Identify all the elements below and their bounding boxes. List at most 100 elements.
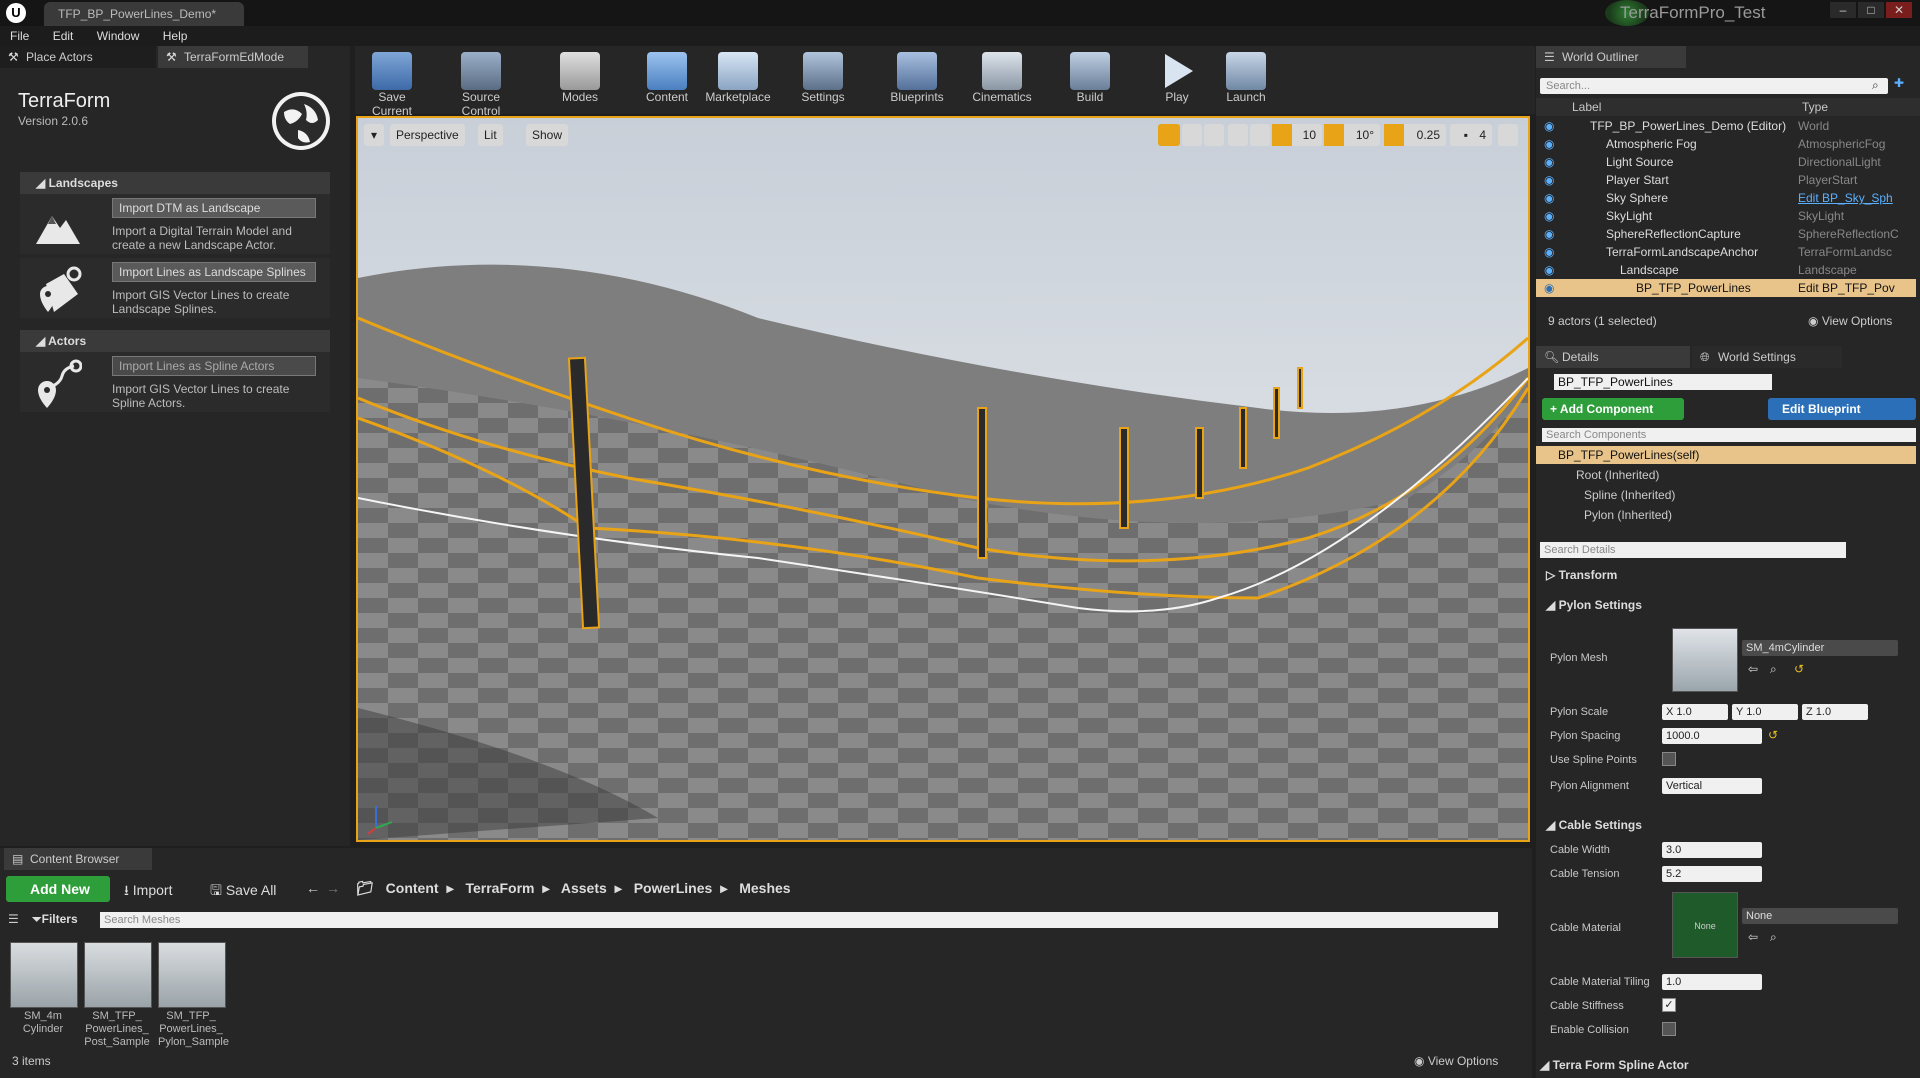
list-item[interactable]: ◉ Sky Sphere Edit BP_Sky_Sph	[1536, 189, 1916, 207]
back-icon[interactable]: ←	[306, 880, 320, 896]
forward-icon[interactable]: →	[326, 880, 340, 896]
search-meshes-input[interactable]: Search Meshes	[100, 912, 1498, 928]
cable-tension-input[interactable]: 5.2	[1662, 866, 1762, 882]
eye-icon[interactable]: ◉	[1544, 243, 1554, 261]
surface-snap-icon[interactable]	[1250, 124, 1270, 146]
scale-x-input[interactable]: X 1.0	[1662, 704, 1728, 720]
eye-icon[interactable]: ◉	[1544, 207, 1554, 225]
marketplace-button[interactable]: Marketplace	[703, 52, 773, 104]
menu-help[interactable]: Help	[153, 26, 198, 46]
add-new-button[interactable]: Add New	[6, 876, 110, 902]
actor-name-input[interactable]: BP_TFP_PowerLines	[1554, 374, 1772, 390]
search-details-input[interactable]: Search Details	[1540, 542, 1846, 558]
landscapes-header[interactable]: ◢ Landscapes	[20, 172, 330, 194]
pylon-mesh-thumbnail[interactable]	[1672, 628, 1738, 692]
component-self-row[interactable]: BP_TFP_PowerLines(self)	[1536, 446, 1916, 464]
enable-collision-checkbox[interactable]	[1662, 1022, 1676, 1036]
rotate-icon[interactable]	[1182, 124, 1202, 146]
viewport-options-button[interactable]: ▾	[364, 124, 384, 146]
column-label[interactable]: Label	[1572, 98, 1601, 116]
use-spline-points-checkbox[interactable]	[1662, 752, 1676, 766]
scale-z-input[interactable]: Z 1.0	[1802, 704, 1868, 720]
save-current-button[interactable]: Save Current	[359, 52, 425, 118]
eye-icon[interactable]: ◉	[1544, 225, 1554, 243]
eye-icon[interactable]: ◉	[1544, 189, 1554, 207]
list-item[interactable]: ◉ Light Source DirectionalLight	[1536, 153, 1916, 171]
pylon-alignment-dropdown[interactable]: Vertical	[1662, 778, 1762, 794]
cable-stiffness-checkbox[interactable]: ✓	[1662, 998, 1676, 1012]
tab-terraform-mode[interactable]: ⚒ TerraFormEdMode	[158, 46, 308, 68]
camera-speed-button[interactable]: ▪ 4	[1450, 124, 1492, 146]
build-button[interactable]: Build	[1065, 52, 1115, 104]
menu-file[interactable]: File	[0, 26, 39, 46]
cable-tiling-input[interactable]: 1.0	[1662, 974, 1762, 990]
save-all-button[interactable]: 🖫︎ Save All	[210, 880, 276, 904]
breadcrumb-item[interactable]: Content	[386, 880, 439, 896]
use-selected-icon[interactable]: ⇦	[1748, 662, 1758, 676]
breadcrumb-item[interactable]: Meshes	[739, 880, 790, 896]
reset-icon[interactable]: ↺	[1768, 728, 1778, 742]
list-item[interactable]: ◉ Atmospheric Fog AtmosphericFog	[1536, 135, 1916, 153]
world-local-icon[interactable]	[1228, 124, 1248, 146]
pylon-spacing-input[interactable]: 1000.0	[1662, 728, 1762, 744]
import-dtm-button[interactable]: Import DTM as Landscape	[112, 198, 316, 218]
launch-button[interactable]: Launch	[1221, 52, 1271, 104]
tab-world-outliner[interactable]: ☰ World Outliner	[1536, 46, 1686, 68]
maximize-icon[interactable]: □	[1858, 2, 1884, 18]
grid-snap-toggle[interactable]: 10	[1272, 124, 1322, 146]
pylon-mesh-dropdown[interactable]: SM_4mCylinder	[1742, 640, 1898, 656]
cable-material-dropdown[interactable]: None	[1742, 908, 1898, 924]
component-spline[interactable]: Spline (Inherited)	[1584, 486, 1675, 504]
list-item[interactable]: ◉ TFP_BP_PowerLines_Demo (Editor) World	[1536, 117, 1916, 135]
play-button[interactable]: Play	[1155, 52, 1199, 104]
transform-section[interactable]: ▷ Transform	[1546, 568, 1617, 582]
component-root[interactable]: Root (Inherited)	[1576, 466, 1659, 484]
lit-button[interactable]: Lit	[478, 124, 503, 146]
edit-blueprint-link[interactable]: Edit BP_Sky_Sph	[1798, 189, 1893, 207]
breadcrumb-item[interactable]: PowerLines	[634, 880, 713, 896]
import-landscape-splines-button[interactable]: Import Lines as Landscape Splines	[112, 262, 316, 282]
asset-thumbnail[interactable]	[84, 942, 152, 1008]
list-item[interactable]: ◉ SkyLight SkyLight	[1536, 207, 1916, 225]
column-type[interactable]: Type	[1802, 98, 1828, 116]
content-view-options[interactable]: ◉ View Options	[1414, 1054, 1498, 1068]
breadcrumb-item[interactable]: Assets	[561, 880, 607, 896]
tab-world-settings[interactable]: 🌐︎ World Settings	[1692, 346, 1842, 368]
tab-place-actors[interactable]: ⚒ Place Actors	[0, 46, 156, 68]
menu-edit[interactable]: Edit	[43, 26, 84, 46]
edit-blueprint-button[interactable]: Edit Blueprint	[1768, 398, 1916, 420]
maximize-viewport-icon[interactable]	[1498, 124, 1518, 146]
browse-icon[interactable]: ⌕	[1770, 662, 1777, 677]
source-control-button[interactable]: Source Control	[441, 52, 521, 118]
level-viewport[interactable]: ▾ Perspective Lit Show 10 10° 0.25 ▪ 4	[356, 116, 1530, 842]
scale-icon[interactable]	[1204, 124, 1224, 146]
close-icon[interactable]: ✕	[1886, 2, 1912, 18]
filters-button[interactable]: ⏷Filters	[32, 912, 78, 927]
sources-toggle-icon[interactable]: ☰	[8, 912, 19, 926]
settings-button[interactable]: Settings	[793, 52, 853, 104]
cable-material-thumbnail[interactable]: None	[1672, 892, 1738, 958]
browse-icon[interactable]: ⌕	[1770, 930, 1777, 945]
document-tab[interactable]: TFP_BP_PowerLines_Demo*	[44, 2, 244, 26]
outliner-view-options[interactable]: ◉ View Options	[1808, 314, 1892, 328]
modes-button[interactable]: Modes	[555, 52, 605, 104]
list-item[interactable]: ◉ Player Start PlayerStart	[1536, 171, 1916, 189]
actors-header[interactable]: ◢ Actors	[20, 330, 330, 352]
spline-actor-section[interactable]: ◢ Terra Form Spline Actor	[1540, 1058, 1689, 1072]
reset-icon[interactable]: ↺	[1794, 662, 1804, 676]
eye-icon[interactable]: ◉	[1544, 261, 1554, 279]
menu-window[interactable]: Window	[87, 26, 150, 46]
use-selected-icon[interactable]: ⇦	[1748, 930, 1758, 944]
list-item[interactable]: ◉ Landscape Landscape	[1536, 261, 1916, 279]
list-item[interactable]: ◉ SphereReflectionCapture SphereReflection…	[1536, 225, 1916, 243]
content-button[interactable]: Content	[643, 52, 691, 104]
list-item[interactable]: ◉ TerraFormLandscapeAnchor TerraFormLandsc	[1536, 243, 1916, 261]
blueprints-button[interactable]: Blueprints	[885, 52, 949, 104]
cinematics-button[interactable]: Cinematics	[967, 52, 1037, 104]
show-button[interactable]: Show	[526, 124, 569, 146]
perspective-button[interactable]: Perspective	[390, 124, 465, 146]
search-components-input[interactable]: Search Components	[1542, 428, 1916, 442]
cable-width-input[interactable]: 3.0	[1662, 842, 1762, 858]
pylon-settings-section[interactable]: ◢ Pylon Settings	[1546, 598, 1642, 612]
cable-settings-section[interactable]: ◢ Cable Settings	[1546, 818, 1642, 832]
